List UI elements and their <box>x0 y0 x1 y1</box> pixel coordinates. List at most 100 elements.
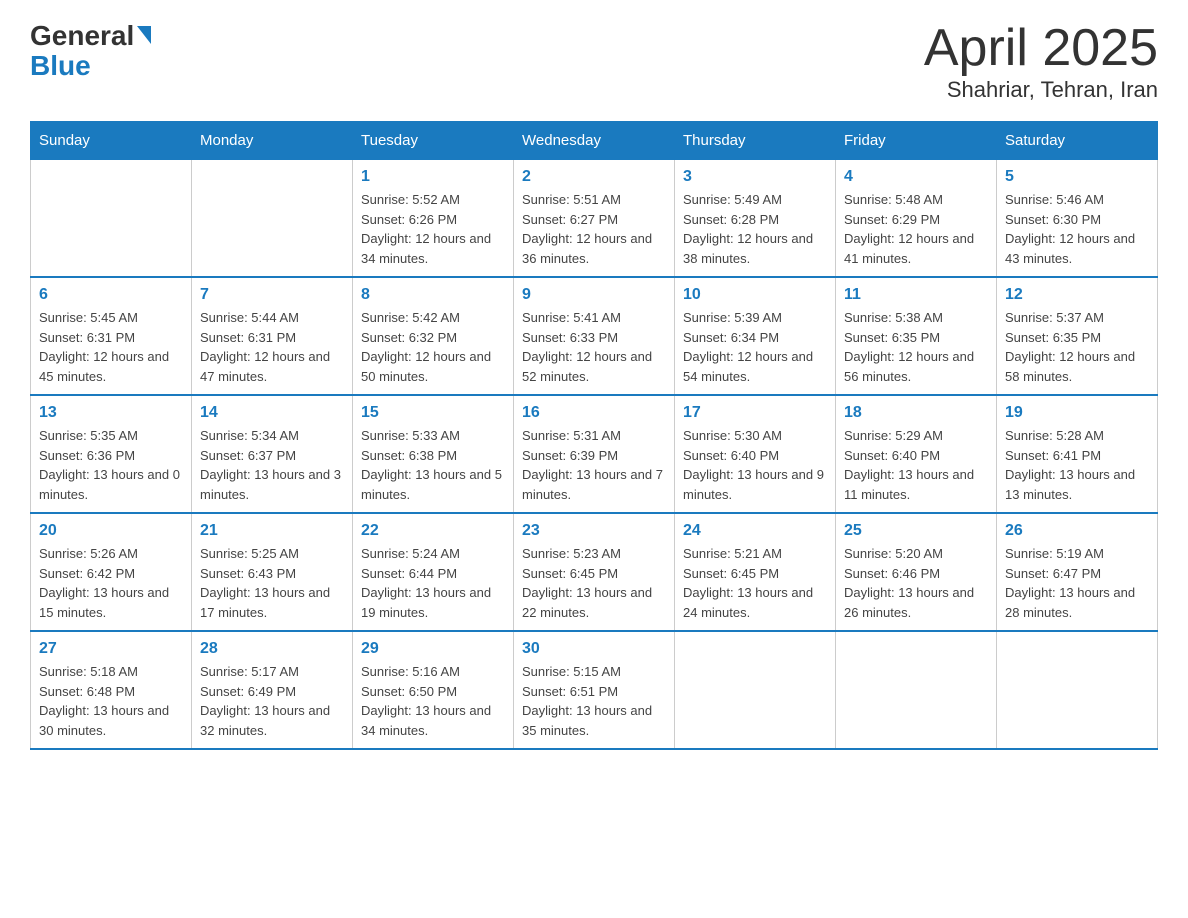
day-info: Sunrise: 5:24 AMSunset: 6:44 PMDaylight:… <box>361 544 505 622</box>
day-info: Sunrise: 5:26 AMSunset: 6:42 PMDaylight:… <box>39 544 183 622</box>
calendar-cell <box>675 631 836 749</box>
header-monday: Monday <box>192 122 353 160</box>
calendar-cell: 13 Sunrise: 5:35 AMSunset: 6:36 PMDayligh… <box>31 395 192 513</box>
day-number: 3 <box>683 168 827 186</box>
calendar-cell: 22 Sunrise: 5:24 AMSunset: 6:44 PMDayligh… <box>353 513 514 631</box>
calendar-cell <box>836 631 997 749</box>
calendar-cell: 30Sunrise: 5:15 AMSunset: 6:51 PMDayligh… <box>514 631 675 749</box>
calendar-week-row: 1 Sunrise: 5:52 AMSunset: 6:26 PMDaylight… <box>31 160 1158 278</box>
calendar-cell: 14 Sunrise: 5:34 AMSunset: 6:37 PMDayligh… <box>192 395 353 513</box>
day-info: Sunrise: 5:48 AMSunset: 6:29 PMDaylight:… <box>844 190 988 268</box>
header-saturday: Saturday <box>997 122 1158 160</box>
title-block: April 2025 Shahriar, Tehran, Iran <box>924 20 1158 103</box>
day-number: 26 <box>1005 522 1149 540</box>
day-number: 16 <box>522 404 666 422</box>
day-info: Sunrise: 5:29 AMSunset: 6:40 PMDaylight:… <box>844 426 988 504</box>
day-number: 22 <box>361 522 505 540</box>
calendar-cell: 16 Sunrise: 5:31 AMSunset: 6:39 PMDayligh… <box>514 395 675 513</box>
day-number: 29 <box>361 640 505 658</box>
day-info: Sunrise: 5:52 AMSunset: 6:26 PMDaylight:… <box>361 190 505 268</box>
calendar-cell: 8 Sunrise: 5:42 AMSunset: 6:32 PMDaylight… <box>353 277 514 395</box>
day-number: 10 <box>683 286 827 304</box>
header-sunday: Sunday <box>31 122 192 160</box>
day-number: 11 <box>844 286 988 304</box>
calendar-cell <box>997 631 1158 749</box>
day-info: Sunrise: 5:16 AMSunset: 6:50 PMDaylight:… <box>361 662 505 740</box>
day-number: 21 <box>200 522 344 540</box>
day-info: Sunrise: 5:46 AMSunset: 6:30 PMDaylight:… <box>1005 190 1149 268</box>
page-header: General Blue April 2025 Shahriar, Tehran… <box>30 20 1158 103</box>
day-number: 17 <box>683 404 827 422</box>
day-number: 23 <box>522 522 666 540</box>
day-info: Sunrise: 5:45 AMSunset: 6:31 PMDaylight:… <box>39 308 183 386</box>
header-wednesday: Wednesday <box>514 122 675 160</box>
calendar-cell: 10 Sunrise: 5:39 AMSunset: 6:34 PMDayligh… <box>675 277 836 395</box>
day-number: 24 <box>683 522 827 540</box>
day-info: Sunrise: 5:34 AMSunset: 6:37 PMDaylight:… <box>200 426 344 504</box>
calendar-week-row: 6 Sunrise: 5:45 AMSunset: 6:31 PMDaylight… <box>31 277 1158 395</box>
day-info: Sunrise: 5:21 AMSunset: 6:45 PMDaylight:… <box>683 544 827 622</box>
day-info: Sunrise: 5:31 AMSunset: 6:39 PMDaylight:… <box>522 426 666 504</box>
day-number: 28 <box>200 640 344 658</box>
logo: General Blue <box>30 20 151 82</box>
day-info: Sunrise: 5:41 AMSunset: 6:33 PMDaylight:… <box>522 308 666 386</box>
day-info: Sunrise: 5:17 AMSunset: 6:49 PMDaylight:… <box>200 662 344 740</box>
calendar-cell: 20 Sunrise: 5:26 AMSunset: 6:42 PMDayligh… <box>31 513 192 631</box>
calendar-cell <box>31 160 192 278</box>
calendar-cell: 29 Sunrise: 5:16 AMSunset: 6:50 PMDayligh… <box>353 631 514 749</box>
day-info: Sunrise: 5:33 AMSunset: 6:38 PMDaylight:… <box>361 426 505 504</box>
day-number: 12 <box>1005 286 1149 304</box>
day-number: 14 <box>200 404 344 422</box>
day-number: 15 <box>361 404 505 422</box>
calendar-cell: 17 Sunrise: 5:30 AMSunset: 6:40 PMDayligh… <box>675 395 836 513</box>
day-number: 8 <box>361 286 505 304</box>
day-info: Sunrise: 5:49 AMSunset: 6:28 PMDaylight:… <box>683 190 827 268</box>
logo-blue-text: Blue <box>30 50 91 82</box>
calendar-header-row: SundayMondayTuesdayWednesdayThursdayFrid… <box>31 122 1158 160</box>
day-number: 6 <box>39 286 183 304</box>
calendar-cell: 18 Sunrise: 5:29 AMSunset: 6:40 PMDayligh… <box>836 395 997 513</box>
day-info: Sunrise: 5:38 AMSunset: 6:35 PMDaylight:… <box>844 308 988 386</box>
calendar-cell: 5 Sunrise: 5:46 AMSunset: 6:30 PMDaylight… <box>997 160 1158 278</box>
day-number: 18 <box>844 404 988 422</box>
calendar-cell: 25Sunrise: 5:20 AMSunset: 6:46 PMDayligh… <box>836 513 997 631</box>
calendar-cell: 3 Sunrise: 5:49 AMSunset: 6:28 PMDaylight… <box>675 160 836 278</box>
day-info: Sunrise: 5:23 AMSunset: 6:45 PMDaylight:… <box>522 544 666 622</box>
day-info: Sunrise: 5:44 AMSunset: 6:31 PMDaylight:… <box>200 308 344 386</box>
day-info: Sunrise: 5:51 AMSunset: 6:27 PMDaylight:… <box>522 190 666 268</box>
calendar-cell: 2 Sunrise: 5:51 AMSunset: 6:27 PMDaylight… <box>514 160 675 278</box>
calendar-cell: 28 Sunrise: 5:17 AMSunset: 6:49 PMDayligh… <box>192 631 353 749</box>
calendar-week-row: 27Sunrise: 5:18 AMSunset: 6:48 PMDayligh… <box>31 631 1158 749</box>
day-info: Sunrise: 5:39 AMSunset: 6:34 PMDaylight:… <box>683 308 827 386</box>
day-number: 20 <box>39 522 183 540</box>
day-info: Sunrise: 5:42 AMSunset: 6:32 PMDaylight:… <box>361 308 505 386</box>
day-number: 9 <box>522 286 666 304</box>
day-info: Sunrise: 5:25 AMSunset: 6:43 PMDaylight:… <box>200 544 344 622</box>
calendar-cell: 27Sunrise: 5:18 AMSunset: 6:48 PMDayligh… <box>31 631 192 749</box>
calendar-cell: 24 Sunrise: 5:21 AMSunset: 6:45 PMDayligh… <box>675 513 836 631</box>
calendar-cell: 6 Sunrise: 5:45 AMSunset: 6:31 PMDaylight… <box>31 277 192 395</box>
calendar-week-row: 13 Sunrise: 5:35 AMSunset: 6:36 PMDayligh… <box>31 395 1158 513</box>
calendar-cell: 26 Sunrise: 5:19 AMSunset: 6:47 PMDayligh… <box>997 513 1158 631</box>
calendar-cell: 4 Sunrise: 5:48 AMSunset: 6:29 PMDaylight… <box>836 160 997 278</box>
day-number: 13 <box>39 404 183 422</box>
day-number: 2 <box>522 168 666 186</box>
day-info: Sunrise: 5:18 AMSunset: 6:48 PMDaylight:… <box>39 662 183 740</box>
calendar-cell: 1 Sunrise: 5:52 AMSunset: 6:26 PMDaylight… <box>353 160 514 278</box>
calendar-cell: 12Sunrise: 5:37 AMSunset: 6:35 PMDayligh… <box>997 277 1158 395</box>
logo-arrow-icon <box>137 26 151 44</box>
calendar-cell: 15 Sunrise: 5:33 AMSunset: 6:38 PMDayligh… <box>353 395 514 513</box>
calendar-table: SundayMondayTuesdayWednesdayThursdayFrid… <box>30 121 1158 750</box>
day-info: Sunrise: 5:19 AMSunset: 6:47 PMDaylight:… <box>1005 544 1149 622</box>
calendar-cell <box>192 160 353 278</box>
day-number: 1 <box>361 168 505 186</box>
calendar-cell: 11 Sunrise: 5:38 AMSunset: 6:35 PMDayligh… <box>836 277 997 395</box>
day-number: 4 <box>844 168 988 186</box>
day-info: Sunrise: 5:35 AMSunset: 6:36 PMDaylight:… <box>39 426 183 504</box>
calendar-cell: 23 Sunrise: 5:23 AMSunset: 6:45 PMDayligh… <box>514 513 675 631</box>
day-info: Sunrise: 5:30 AMSunset: 6:40 PMDaylight:… <box>683 426 827 504</box>
logo-general-text: General <box>30 20 134 52</box>
day-number: 5 <box>1005 168 1149 186</box>
day-info: Sunrise: 5:15 AMSunset: 6:51 PMDaylight:… <box>522 662 666 740</box>
calendar-cell: 21 Sunrise: 5:25 AMSunset: 6:43 PMDayligh… <box>192 513 353 631</box>
